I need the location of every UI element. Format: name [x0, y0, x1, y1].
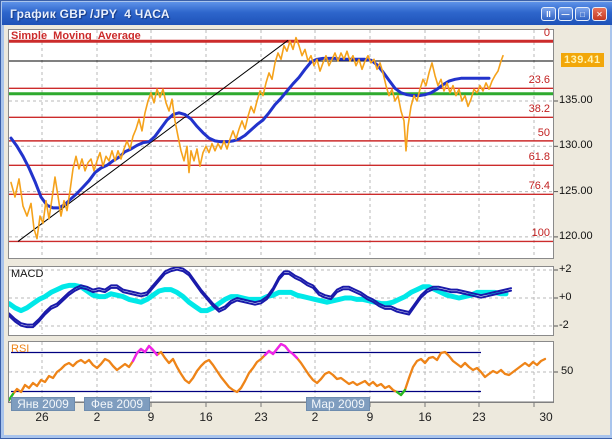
pin-button[interactable]: II: [541, 7, 556, 21]
x-tick-label: 9: [139, 410, 163, 424]
price-axis-label: 135.00: [559, 94, 593, 106]
x-tick-label: 16: [413, 410, 437, 424]
window-buttons: II — □ ✕: [541, 7, 612, 21]
fib-level-label: 0: [490, 27, 550, 39]
price-axis-label: 125.00: [559, 185, 593, 197]
close-icon: ✕: [596, 10, 603, 19]
x-tick-label: 9: [358, 410, 382, 424]
x-tick-label: 23: [249, 410, 273, 424]
maximize-button[interactable]: □: [575, 7, 590, 21]
fib-level-label: 76.4: [490, 180, 550, 192]
fib-level-label: 100: [490, 227, 550, 239]
month-badge: Янв 2009: [11, 397, 75, 411]
title-bar[interactable]: График GBP /JPY 4 ЧАСА II — □ ✕: [2, 2, 612, 25]
x-tick-label: 26: [30, 410, 54, 424]
minimize-icon: —: [562, 10, 570, 19]
rsi-panel[interactable]: [8, 341, 554, 403]
fib-level-label: 23.6: [490, 74, 550, 86]
close-button[interactable]: ✕: [592, 7, 607, 21]
chart-window: График GBP /JPY 4 ЧАСА II — □ ✕ Simple_Movi…: [0, 0, 612, 439]
x-tick-label: 23: [467, 410, 491, 424]
x-tick-label: 2: [303, 410, 327, 424]
price-axis-label: 130.00: [559, 139, 593, 151]
minimize-button[interactable]: —: [558, 7, 573, 21]
macd-axis-label: -2: [559, 319, 569, 331]
x-tick-label: 30: [534, 410, 558, 424]
fib-level-label: 61.8: [490, 151, 550, 163]
macd-axis-label: +0: [559, 291, 572, 303]
price-axis-label: 120.00: [559, 230, 593, 242]
x-tick-label: 16: [194, 410, 218, 424]
pin-bars-icon: II: [546, 10, 550, 19]
macd-axis-label: +2: [559, 263, 572, 275]
x-tick-label: 2: [85, 410, 109, 424]
macd-panel[interactable]: [8, 266, 554, 336]
maximize-icon: □: [580, 10, 585, 19]
rsi-axis-label: 50: [561, 365, 573, 377]
macd-indicator-label: MACD: [11, 268, 43, 280]
price-chart-panel[interactable]: [8, 29, 554, 259]
window-title: График GBP /JPY 4 ЧАСА: [2, 7, 541, 21]
fib-level-label: 50: [490, 127, 550, 139]
fib-level-label: 38.2: [490, 103, 550, 115]
month-badge: Фев 2009: [84, 397, 150, 411]
sma-indicator-label: Simple_Moving_Average: [11, 30, 141, 42]
rsi-indicator-label: RSI: [11, 343, 29, 355]
current-price-tag: 139.41: [561, 53, 604, 67]
month-badge: Мар 2009: [306, 397, 370, 411]
